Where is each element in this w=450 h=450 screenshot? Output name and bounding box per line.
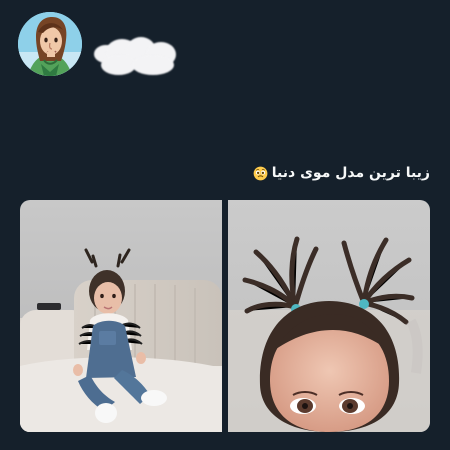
- redaction-blob: [101, 55, 136, 75]
- photo-right-image: [228, 200, 430, 432]
- media-grid: [20, 200, 430, 432]
- tweet-text: زیبا ترین مدل موی دنیا: [253, 165, 430, 181]
- photo-left-image: [20, 200, 222, 432]
- pleading-face-icon: [253, 166, 268, 180]
- photo-left[interactable]: [20, 200, 222, 432]
- redaction-blob: [132, 55, 174, 75]
- cartoon-avatar-icon: [18, 12, 82, 76]
- avatar[interactable]: [18, 12, 82, 76]
- tweet-header: [18, 12, 268, 82]
- tweet-screen: زیبا ترین مدل موی دنیا: [0, 0, 450, 450]
- redacted-username: [94, 37, 184, 77]
- photo-right[interactable]: [228, 200, 430, 432]
- tweet-text-content: زیبا ترین مدل موی دنیا: [271, 165, 430, 181]
